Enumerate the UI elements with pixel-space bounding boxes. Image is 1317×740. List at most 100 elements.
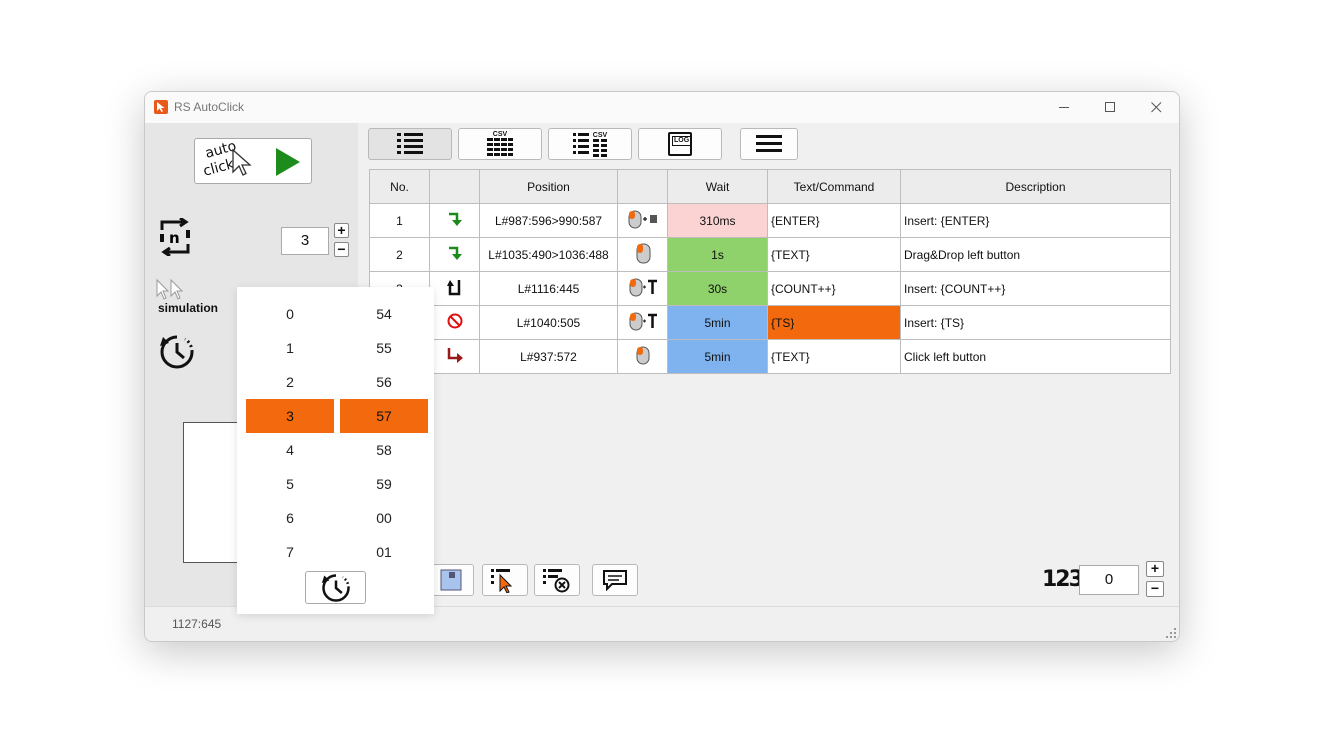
picker-hour-option[interactable]: 1 [246, 331, 334, 365]
wait-cell: 5min [667, 305, 768, 340]
wait-cell: 5min [667, 339, 768, 374]
arrow-right-down-icon [447, 348, 463, 363]
picker-hour-option[interactable]: 6 [246, 501, 334, 535]
log-button[interactable]: LOG [638, 128, 722, 160]
time-picker-popup: 0 1 2 3 4 5 6 7 54 55 56 57 58 59 00 01 [237, 287, 434, 614]
picker-minute-option[interactable]: 56 [340, 365, 428, 399]
csv-label-2: CSV [592, 131, 608, 139]
action-table[interactable]: No. Position Wait Text/Command Descripti… [369, 169, 1171, 374]
comment-icon [603, 570, 627, 591]
wait-cell: 1s [667, 237, 768, 272]
action-cell [429, 237, 480, 272]
csv-grid-icon [487, 138, 513, 156]
table-row[interactable]: 3 L#1116:445 30s {COUNT++} Insert: {COUN… [369, 271, 1171, 306]
text-command-cell: {TEXT} [767, 237, 901, 272]
header-description[interactable]: Description [900, 169, 1171, 204]
repeat-icon: n [160, 218, 190, 256]
picker-minute-option[interactable]: 55 [340, 331, 428, 365]
wait-cell: 30s [667, 271, 768, 306]
resize-grip-icon[interactable] [1166, 628, 1176, 638]
picker-hour-option[interactable]: 5 [246, 467, 334, 501]
list-cursor-icon [491, 569, 513, 593]
action-cell [429, 271, 480, 306]
text-command-cell: {TEXT} [767, 339, 901, 374]
picker-minute-option[interactable]: 00 [340, 501, 428, 535]
header-mouse[interactable] [617, 169, 668, 204]
counter-field[interactable]: 0 [1079, 565, 1139, 595]
picker-minute-option[interactable]: 58 [340, 433, 428, 467]
mouse-click-icon [636, 346, 649, 365]
picker-minute-selected[interactable]: 57 [340, 399, 428, 433]
log-label: LOG [672, 136, 692, 146]
save-icon [440, 569, 462, 591]
counter-icon: 123 [1042, 567, 1084, 592]
maximize-button[interactable] [1087, 92, 1133, 123]
picker-hour-option[interactable]: 2 [246, 365, 334, 399]
table-row[interactable]: 1 L#987:596>990:587 310ms {ENTER} Insert… [369, 203, 1171, 238]
counter-decrement-button[interactable]: − [1146, 581, 1164, 597]
list-icon [397, 133, 423, 154]
row-number: 1 [369, 203, 430, 238]
cursor-icon [232, 148, 252, 176]
app-icon [154, 100, 168, 114]
repeat-decrement-button[interactable]: − [334, 242, 349, 257]
position-cell: L#1035:490>1036:488 [479, 237, 618, 272]
list-view-button[interactable] [368, 128, 452, 160]
arrow-down-right-icon [448, 212, 462, 226]
menu-button[interactable] [740, 128, 798, 160]
position-cell: L#1116:445 [479, 271, 618, 306]
header-position[interactable]: Position [479, 169, 618, 204]
csv-label: CSV [492, 131, 508, 138]
mouse-text-icon [629, 278, 657, 297]
header-action[interactable] [429, 169, 480, 204]
comment-button[interactable] [592, 564, 638, 596]
table-row[interactable]: 2 L#1035:490>1036:488 1s {TEXT} Drag&Dro… [369, 237, 1171, 272]
main-panel: CSV CSV LOG No. Position Wait Text/Comma… [358, 123, 1179, 606]
csv-view-button[interactable]: CSV [458, 128, 542, 160]
repeat-increment-button[interactable]: + [334, 223, 349, 238]
action-cell [429, 305, 480, 340]
picker-confirm-button[interactable] [305, 571, 366, 604]
save-button[interactable] [428, 564, 474, 596]
mouse-cell [617, 271, 668, 306]
close-button[interactable] [1133, 92, 1179, 123]
description-cell: Drag&Drop left button [900, 237, 1171, 272]
action-cell [429, 339, 480, 374]
description-cell: Insert: {TS} [900, 305, 1171, 340]
cursor-coordinates: 1127:645 [172, 617, 222, 631]
picker-hour-selected[interactable]: 3 [246, 399, 334, 433]
repeat-count-field[interactable]: 3 [281, 227, 329, 255]
description-cell: Insert: {COUNT++} [900, 271, 1171, 306]
mouse-cell [617, 203, 668, 238]
picker-minute-option[interactable]: 59 [340, 467, 428, 501]
wait-cell: 310ms [667, 203, 768, 238]
picker-minute-option[interactable]: 54 [340, 297, 428, 331]
mouse-cell [617, 237, 668, 272]
picker-minute-option[interactable]: 01 [340, 535, 428, 569]
header-no[interactable]: No. [369, 169, 430, 204]
minimize-button[interactable] [1041, 92, 1087, 123]
table-row[interactable]: 5 L#937:572 5min {TEXT} Click left butto… [369, 339, 1171, 374]
picker-hour-option[interactable]: 7 [246, 535, 334, 569]
picker-hour-option[interactable]: 0 [246, 297, 334, 331]
list-csv-view-button[interactable]: CSV [548, 128, 632, 160]
disabled-icon [447, 313, 462, 329]
header-wait[interactable]: Wait [667, 169, 768, 204]
text-command-cell: {ENTER} [767, 203, 901, 238]
pick-position-button[interactable] [482, 564, 528, 596]
picker-hour-option[interactable]: 4 [246, 433, 334, 467]
autoclick-start-button[interactable]: auto click [194, 138, 312, 184]
mouse-cell [617, 305, 668, 340]
delete-entries-button[interactable] [534, 564, 580, 596]
position-cell: L#987:596>990:587 [479, 203, 618, 238]
position-cell: L#1040:505 [479, 305, 618, 340]
timer-icon[interactable] [159, 334, 195, 370]
text-command-cell: {COUNT++} [767, 271, 901, 306]
mouse-cell [617, 339, 668, 374]
header-text-command[interactable]: Text/Command [767, 169, 901, 204]
action-cell [429, 203, 480, 238]
table-row[interactable]: 4 L#1040:505 5min {TS} Insert: {TS} [369, 305, 1171, 340]
simulation-cursor-icon [156, 278, 184, 300]
text-command-cell: {TS} [767, 305, 901, 340]
counter-increment-button[interactable]: + [1146, 561, 1164, 577]
